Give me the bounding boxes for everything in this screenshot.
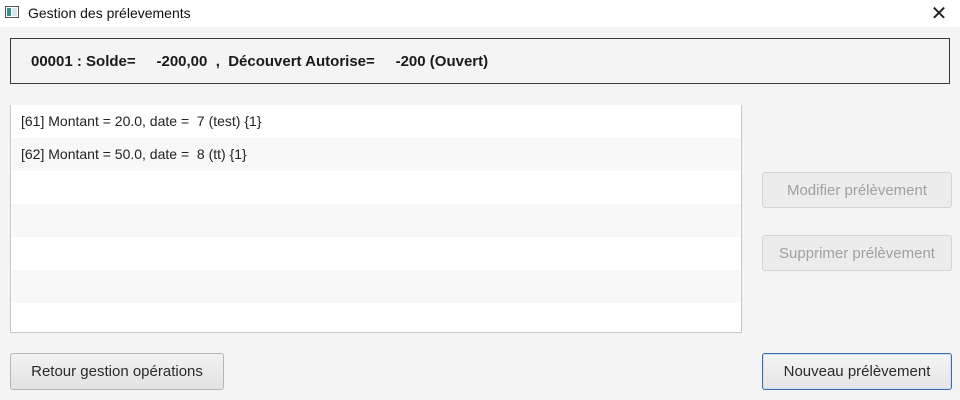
delete-prelevement-button[interactable]: Supprimer prélèvement	[762, 235, 952, 271]
title-bar: Gestion des prélevements ✕	[0, 0, 960, 27]
app-window-icon	[5, 6, 19, 18]
list-item-empty[interactable]	[11, 237, 741, 270]
list-item-empty[interactable]	[11, 171, 741, 204]
close-window-button[interactable]: ✕	[918, 0, 960, 27]
close-icon: ✕	[930, 3, 948, 25]
list-item-empty[interactable]	[11, 204, 741, 237]
list-item-empty[interactable]	[11, 270, 741, 303]
back-to-operations-button[interactable]: Retour gestion opérations	[10, 353, 224, 390]
window-title: Gestion des prélevements	[28, 5, 191, 21]
list-item-empty[interactable]	[11, 303, 741, 332]
account-summary-panel: 00001 : Solde= -200,00 , Découvert Autor…	[10, 38, 950, 84]
modify-prelevement-button[interactable]: Modifier prélèvement	[762, 172, 952, 208]
new-prelevement-button[interactable]: Nouveau prélèvement	[762, 353, 952, 390]
prelevement-list[interactable]: [61] Montant = 20.0, date = 7 (test) {1}…	[10, 105, 742, 333]
list-item[interactable]: [62] Montant = 50.0, date = 8 (tt) {1}	[11, 138, 741, 171]
account-summary-text: 00001 : Solde= -200,00 , Découvert Autor…	[31, 53, 489, 70]
list-item[interactable]: [61] Montant = 20.0, date = 7 (test) {1}	[11, 105, 741, 138]
